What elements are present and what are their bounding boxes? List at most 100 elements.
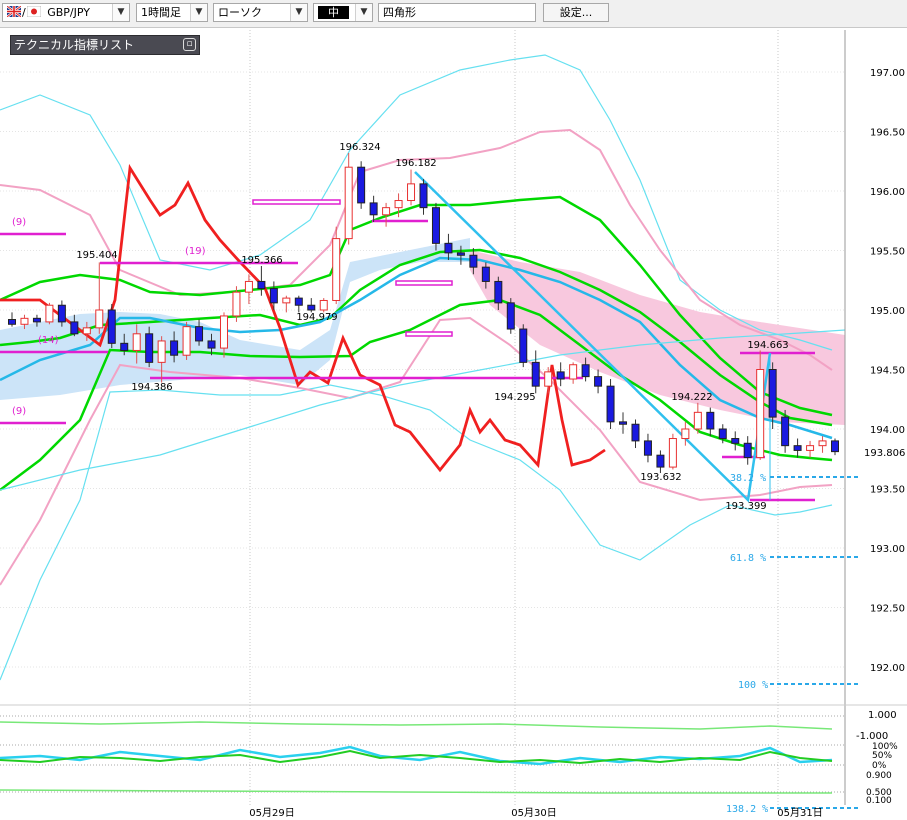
- oscillator-tick: 0%: [872, 761, 887, 771]
- y-tick-label: 192.00: [870, 663, 905, 674]
- candle-down: [606, 385, 615, 423]
- candle-up: [681, 428, 690, 440]
- candle-down: [706, 411, 715, 430]
- candle-down: [257, 280, 266, 290]
- oscillator-1-line: [0, 721, 833, 730]
- japan-flag-icon: [26, 5, 41, 18]
- candle-up: [806, 445, 815, 451]
- candle-down: [195, 326, 204, 342]
- candle-up: [569, 364, 578, 380]
- candle-up: [244, 280, 253, 293]
- y-tick-label: 195.50: [870, 247, 905, 258]
- indicator-list-panel[interactable]: テクニカル指標リスト ▫: [10, 35, 200, 55]
- oscillator-3-line: [0, 789, 832, 794]
- price-axis: 197.00 196.50 196.00 195.50 195.00 194.50 194.…: [844, 30, 907, 805]
- candle-down: [444, 242, 453, 254]
- candle-down: [619, 421, 628, 425]
- candle-down: [718, 428, 727, 440]
- drawing-tool-field[interactable]: 四角形: [378, 3, 536, 22]
- candle-down: [120, 342, 129, 351]
- oscillator-panels: 1.000-1.000100%50%0%0.9000.5000.100: [0, 704, 907, 806]
- price-label: 193.632: [640, 472, 681, 483]
- price-label: 195.404: [76, 250, 117, 261]
- chevron-down-icon[interactable]: ▼: [290, 4, 307, 21]
- uk-flag-icon: [6, 5, 22, 18]
- toolbar: / GBP/JPY ▼ 1時間足 ▼ ローソク ▼ 中 ▼ 四角形 設定...: [0, 0, 907, 28]
- candle-up: [756, 369, 765, 459]
- settings-button[interactable]: 設定...: [543, 3, 609, 22]
- period-label: (14): [38, 335, 59, 346]
- candle-down: [594, 376, 603, 387]
- box-level: [405, 331, 453, 337]
- y-tick-label: 192.50: [870, 604, 905, 615]
- fibonacci-label: 138.2 %: [726, 804, 768, 815]
- date-label: 05月31日: [777, 807, 822, 819]
- period-label: (9): [12, 217, 26, 228]
- candle-down: [107, 309, 116, 344]
- horizontal-levels: [0, 171, 860, 809]
- y-tick-label: 195.00: [870, 306, 905, 317]
- price-labels: 38.2 % 61.8 % 100 % 138.2 % 196.324 196.182 19…: [12, 142, 789, 815]
- date-label: 05月30日: [511, 807, 556, 819]
- oscillator-tick: 0.900: [866, 771, 892, 781]
- candle-up: [219, 315, 228, 349]
- candle-up: [232, 291, 241, 317]
- chevron-down-icon[interactable]: ▼: [190, 4, 207, 21]
- timeframe-label: 1時間足: [141, 6, 181, 19]
- candle-up: [282, 297, 291, 304]
- candle-down: [307, 304, 316, 311]
- price-chart[interactable]: 38.2 % 61.8 % 100 % 138.2 % 196.324 196.182 19…: [0, 0, 907, 820]
- candle-up: [344, 166, 353, 240]
- y-tick-label: 197.00: [870, 68, 905, 79]
- candle-down: [631, 423, 640, 442]
- candle-down: [294, 297, 303, 306]
- line-width-select[interactable]: 中 ▼: [313, 3, 373, 22]
- candle-down: [768, 369, 777, 418]
- drawing-tool-label: 四角形: [383, 6, 416, 19]
- candle-up: [668, 438, 677, 468]
- fibonacci-label: 100 %: [738, 680, 768, 691]
- candle-up: [20, 317, 29, 325]
- price-label: 195.366: [241, 255, 282, 266]
- candle-up: [182, 326, 191, 356]
- candle-down: [170, 340, 179, 356]
- candle-down: [481, 266, 490, 282]
- price-label: 196.324: [339, 142, 380, 153]
- oscillator-tick: 1.000: [868, 710, 897, 721]
- y-tick-label: 196.00: [870, 187, 905, 198]
- candle-down: [531, 361, 540, 387]
- symbol-select[interactable]: / GBP/JPY ▼: [2, 3, 130, 22]
- candle-down: [431, 207, 440, 244]
- price-label: 194.295: [494, 392, 535, 403]
- candle-up: [544, 371, 553, 387]
- chevron-down-icon[interactable]: ▼: [112, 4, 129, 21]
- y-tick-label: 193.00: [870, 544, 905, 555]
- candle-up: [818, 440, 827, 447]
- candle-down: [145, 333, 154, 363]
- candle-down: [519, 328, 528, 363]
- oscillator-tick: 50%: [872, 751, 892, 761]
- fibonacci-label: 61.8 %: [730, 553, 766, 564]
- candle-down: [556, 371, 565, 380]
- candle-up: [382, 207, 391, 216]
- collapse-icon[interactable]: ▫: [183, 38, 196, 51]
- current-price-label: 193.806: [864, 448, 905, 459]
- chevron-down-icon[interactable]: ▼: [355, 4, 372, 21]
- candle-down: [743, 442, 752, 459]
- candle-down: [57, 304, 66, 323]
- timeframe-select[interactable]: 1時間足 ▼: [136, 3, 208, 22]
- date-label: 05月29日: [249, 807, 294, 819]
- candle-up: [407, 183, 416, 202]
- chart-style-label: ローソク: [218, 6, 262, 19]
- candle-down: [731, 438, 740, 444]
- candle-down: [207, 340, 216, 349]
- candle-down: [656, 454, 665, 468]
- candle-down: [781, 416, 790, 447]
- candle-up: [132, 333, 141, 351]
- candle-down: [269, 288, 278, 304]
- settings-label: 設定...: [559, 6, 593, 19]
- oscillator-tick: 0.100: [866, 796, 892, 806]
- candle-down: [469, 254, 478, 268]
- chart-style-select[interactable]: ローソク ▼: [213, 3, 308, 22]
- fibonacci-label: 38.2 %: [730, 473, 766, 484]
